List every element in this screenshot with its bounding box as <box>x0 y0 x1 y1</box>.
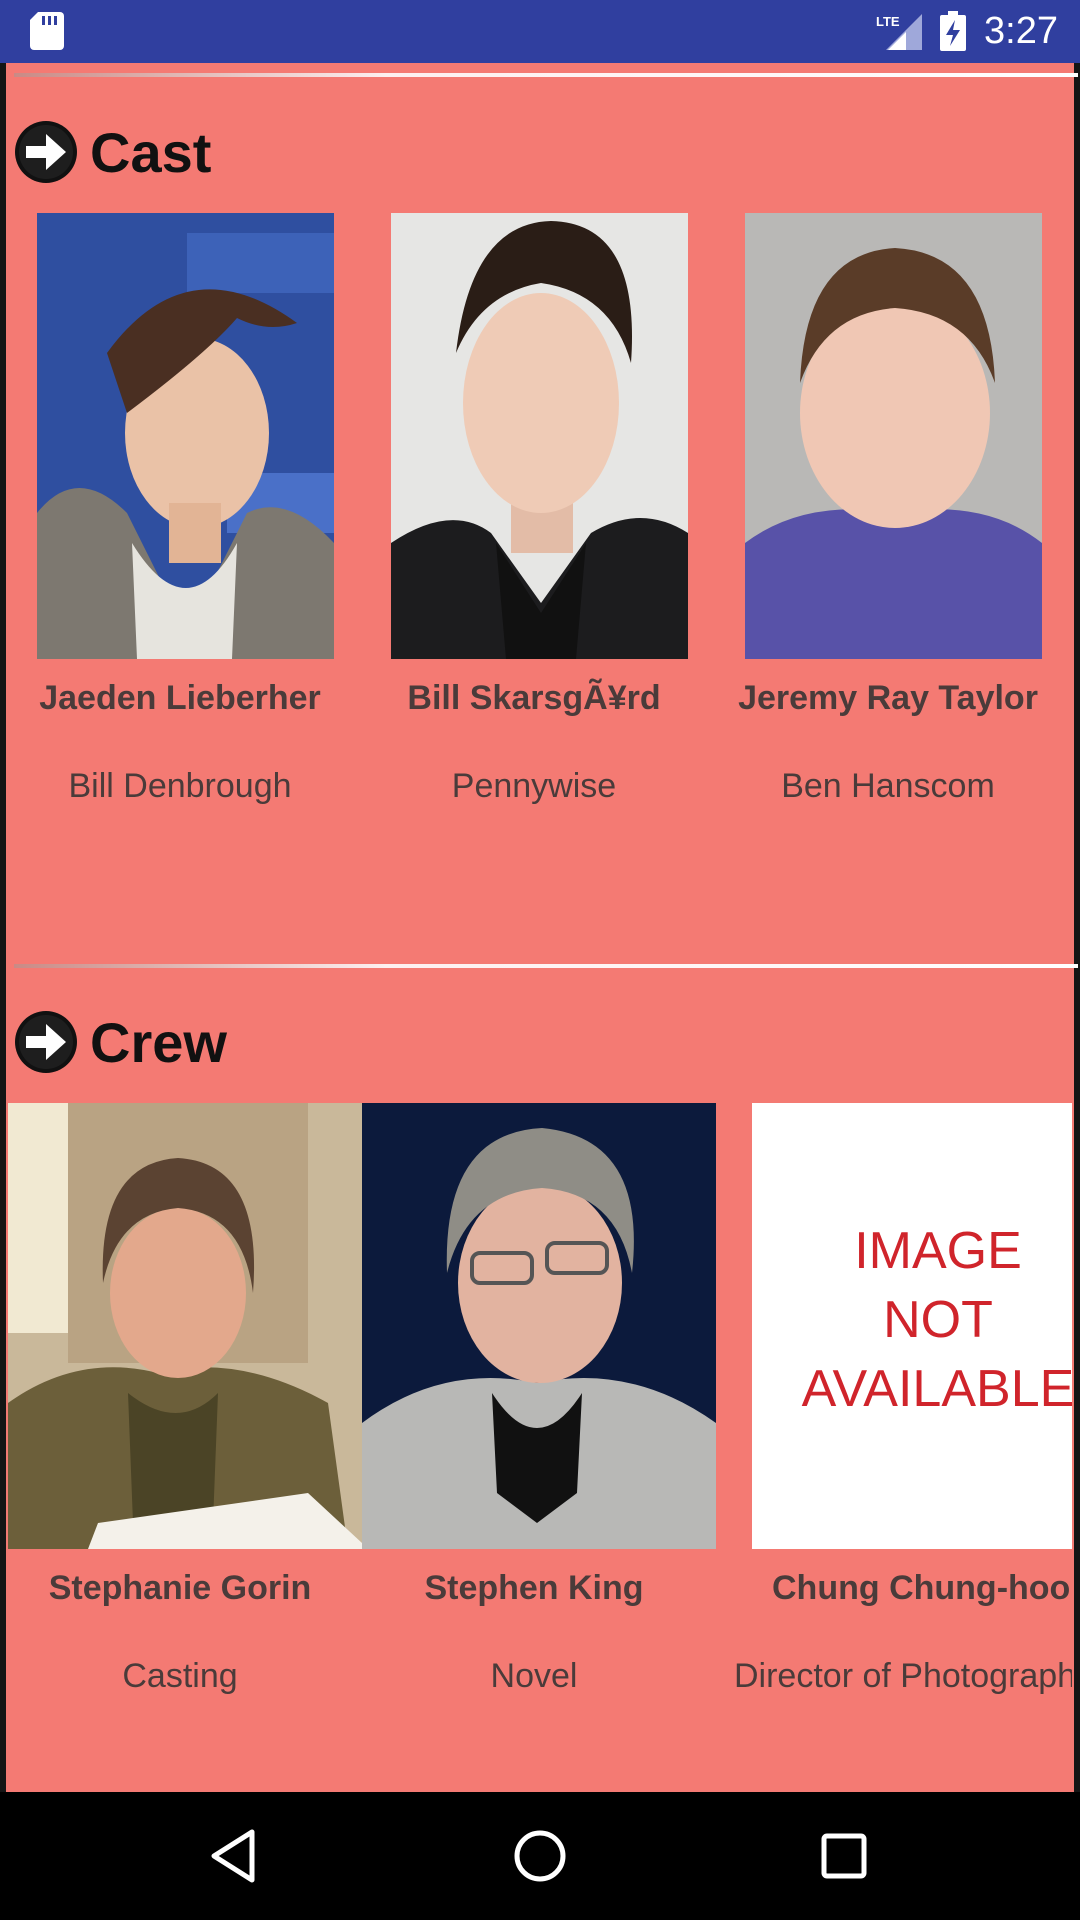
status-time: 3:27 <box>984 10 1058 52</box>
cast-photo[interactable] <box>391 213 688 659</box>
person-photo-icon <box>37 213 334 659</box>
credits-content[interactable]: Cast Jaeden Lieberher Bill Denbrough Bil… <box>0 63 1080 1792</box>
divider <box>14 964 1078 968</box>
navigation-bar <box>0 1792 1080 1920</box>
network-type-label: LTE <box>876 14 900 29</box>
cast-name: Bill SkarsgÃ¥rd <box>407 679 661 717</box>
cast-photo[interactable] <box>745 213 1042 659</box>
cast-name: Jaeden Lieberher <box>39 679 321 717</box>
crew-photo[interactable] <box>362 1103 716 1549</box>
crew-name: Stephen King <box>424 1569 644 1607</box>
crew-role: Director of Photography <box>734 1657 1072 1695</box>
placeholder-line: IMAGE <box>854 1222 1022 1280</box>
cast-header: Cast <box>14 117 211 187</box>
image-not-available-icon: IMAGE NOT AVAILABLE <box>802 1222 1072 1418</box>
crew-photo[interactable] <box>8 1103 362 1549</box>
crew-header: Crew <box>14 1007 227 1077</box>
cast-name: Jeremy Ray Taylor <box>738 679 1038 717</box>
placeholder-line: NOT <box>883 1291 993 1349</box>
status-bar: LTE 3:27 <box>0 0 1080 63</box>
crew-role: Novel <box>490 1657 578 1695</box>
cast-role: Bill Denbrough <box>68 767 292 805</box>
crew-name: Stephanie Gorin <box>48 1569 312 1607</box>
battery-charging-icon <box>940 11 966 51</box>
cast-role: Ben Hanscom <box>781 767 995 805</box>
crew-text-clip: Chung Chung-hoon Director of Photography <box>706 1563 1072 1723</box>
cast-role: Pennywise <box>451 767 617 805</box>
home-icon[interactable] <box>510 1826 570 1886</box>
sd-card-icon <box>30 12 64 50</box>
signal-icon: LTE <box>876 14 922 50</box>
cast-photo[interactable] <box>37 213 334 659</box>
recents-icon[interactable] <box>814 1826 874 1886</box>
person-photo-icon <box>745 213 1042 659</box>
section-title: Cast <box>90 120 212 184</box>
image-not-available-placeholder[interactable]: IMAGE NOT AVAILABLE <box>752 1103 1072 1549</box>
crew-role: Casting <box>122 1657 238 1695</box>
crew-name: Chung Chung-hoon <box>772 1569 1072 1607</box>
placeholder-line: AVAILABLE <box>802 1360 1072 1418</box>
person-photo-icon <box>8 1103 362 1549</box>
arrow-right-circle-icon <box>15 121 77 183</box>
back-icon[interactable] <box>206 1826 266 1886</box>
section-title: Crew <box>90 1010 227 1074</box>
arrow-right-circle-icon <box>15 1011 77 1073</box>
person-photo-icon <box>362 1103 716 1549</box>
divider <box>14 73 1078 77</box>
person-photo-icon <box>391 213 688 659</box>
